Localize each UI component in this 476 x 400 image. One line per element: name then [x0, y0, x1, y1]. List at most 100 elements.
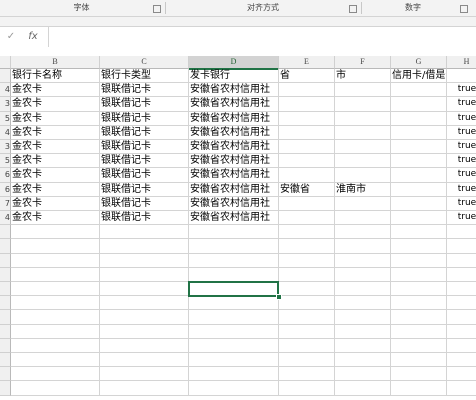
cell-d-6[interactable]: 安徽省农村信用社 [189, 140, 279, 155]
empty-cell[interactable] [391, 381, 447, 396]
cell-h-10[interactable]: true [447, 197, 476, 211]
confirm-entry-icon[interactable]: ✓ [4, 27, 18, 47]
cell-h-5[interactable]: true [447, 126, 476, 140]
cell-c-10[interactable]: 银联借记卡 [100, 196, 189, 211]
row-header[interactable]: 4 [0, 83, 11, 98]
cell-e-1[interactable]: 省 [279, 69, 335, 84]
empty-cell[interactable] [335, 267, 391, 282]
cell-c-3[interactable]: 银联借记卡 [100, 97, 189, 112]
empty-cell[interactable] [391, 253, 447, 268]
cell-e-9[interactable]: 安徽省 [279, 182, 335, 197]
empty-cell[interactable] [100, 253, 189, 268]
empty-cell[interactable] [11, 338, 100, 353]
empty-cell[interactable] [447, 225, 476, 240]
empty-cell[interactable] [100, 267, 189, 282]
cell-f-9[interactable]: 淮南市 [335, 182, 391, 197]
empty-cell[interactable] [279, 381, 335, 396]
cell-f-11[interactable] [335, 211, 391, 226]
empty-cell[interactable] [279, 282, 335, 297]
cell-b-6[interactable]: 金农卡 [11, 140, 100, 155]
empty-cell[interactable] [391, 338, 447, 353]
cell-g-6[interactable] [391, 140, 447, 155]
empty-cell[interactable] [335, 296, 391, 311]
empty-cell[interactable] [11, 324, 100, 339]
cell-c-6[interactable]: 银联借记卡 [100, 140, 189, 155]
empty-cell[interactable] [447, 296, 476, 311]
cell-d-7[interactable]: 安徽省农村信用社 [189, 154, 279, 169]
column-header-g[interactable]: G [391, 56, 447, 69]
empty-cell[interactable] [447, 310, 476, 325]
empty-cell[interactable] [100, 367, 189, 382]
cell-g-8[interactable] [391, 168, 447, 183]
alignment-dialog-launcher-icon[interactable] [349, 5, 357, 13]
empty-cell[interactable] [279, 225, 335, 240]
empty-cell[interactable] [279, 310, 335, 325]
row-header[interactable] [0, 225, 11, 240]
empty-cell[interactable] [11, 310, 100, 325]
column-header-b[interactable]: B [11, 56, 100, 69]
number-dialog-launcher-icon[interactable] [460, 5, 468, 13]
empty-cell[interactable] [335, 253, 391, 268]
cell-f-6[interactable] [335, 140, 391, 155]
cell-c-7[interactable]: 银联借记卡 [100, 154, 189, 169]
empty-cell[interactable] [189, 253, 279, 268]
row-header[interactable] [0, 381, 11, 396]
empty-cell[interactable] [11, 267, 100, 282]
empty-cell[interactable] [189, 367, 279, 382]
cell-d-1[interactable]: 发卡银行 [189, 69, 279, 84]
cell-f-2[interactable] [335, 83, 391, 98]
empty-cell[interactable] [189, 296, 279, 311]
row-header[interactable] [0, 324, 11, 339]
empty-cell[interactable] [447, 381, 476, 396]
cell-e-11[interactable] [279, 211, 335, 226]
row-header[interactable]: 5 [0, 154, 11, 169]
cell-h-2[interactable]: true [447, 83, 476, 98]
empty-cell[interactable] [279, 267, 335, 282]
select-all-corner[interactable] [0, 56, 11, 69]
empty-cell[interactable] [11, 296, 100, 311]
empty-cell[interactable] [11, 239, 100, 254]
cell-c-4[interactable]: 银联借记卡 [100, 111, 189, 126]
empty-cell[interactable] [100, 282, 189, 297]
empty-cell[interactable] [391, 310, 447, 325]
cell-f-4[interactable] [335, 111, 391, 126]
empty-cell[interactable] [391, 353, 447, 368]
cell-b-3[interactable]: 金农卡 [11, 97, 100, 112]
empty-cell[interactable] [279, 353, 335, 368]
empty-cell[interactable] [279, 324, 335, 339]
empty-cell[interactable] [279, 338, 335, 353]
empty-cell[interactable] [447, 268, 476, 282]
row-header[interactable]: 6 [0, 168, 11, 183]
empty-cell[interactable] [100, 296, 189, 311]
empty-cell[interactable] [100, 353, 189, 368]
cell-c-11[interactable]: 银联借记卡 [100, 211, 189, 226]
cell-b-11[interactable]: 金农卡 [11, 211, 100, 226]
empty-cell[interactable] [11, 282, 100, 297]
cell-b-2[interactable]: 金农卡 [11, 83, 100, 98]
cell-e-6[interactable] [279, 140, 335, 155]
cell-b-5[interactable]: 金农卡 [11, 125, 100, 140]
formula-input[interactable] [48, 27, 476, 47]
cell-g-1[interactable]: 信用卡/借是否符 [391, 69, 447, 84]
cell-e-8[interactable] [279, 168, 335, 183]
cell-e-2[interactable] [279, 83, 335, 98]
cell-c-5[interactable]: 银联借记卡 [100, 125, 189, 140]
column-header-e[interactable]: E [279, 56, 335, 69]
cell-g-2[interactable] [391, 83, 447, 98]
empty-cell[interactable] [447, 353, 476, 368]
cell-g-9[interactable] [391, 182, 447, 197]
empty-cell[interactable] [335, 367, 391, 382]
cell-h-9[interactable]: true [447, 183, 476, 197]
empty-cell[interactable] [391, 296, 447, 311]
cell-f-8[interactable] [335, 168, 391, 183]
row-header[interactable] [0, 310, 11, 325]
empty-cell[interactable] [447, 239, 476, 254]
cell-h-6[interactable]: true [447, 140, 476, 155]
empty-cell[interactable] [100, 338, 189, 353]
cell-b-10[interactable]: 金农卡 [11, 196, 100, 211]
empty-cell[interactable] [100, 324, 189, 339]
cell-b-9[interactable]: 金农卡 [11, 182, 100, 197]
empty-cell[interactable] [11, 381, 100, 396]
cell-f-5[interactable] [335, 125, 391, 140]
cell-d-3[interactable]: 安徽省农村信用社 [189, 97, 279, 112]
